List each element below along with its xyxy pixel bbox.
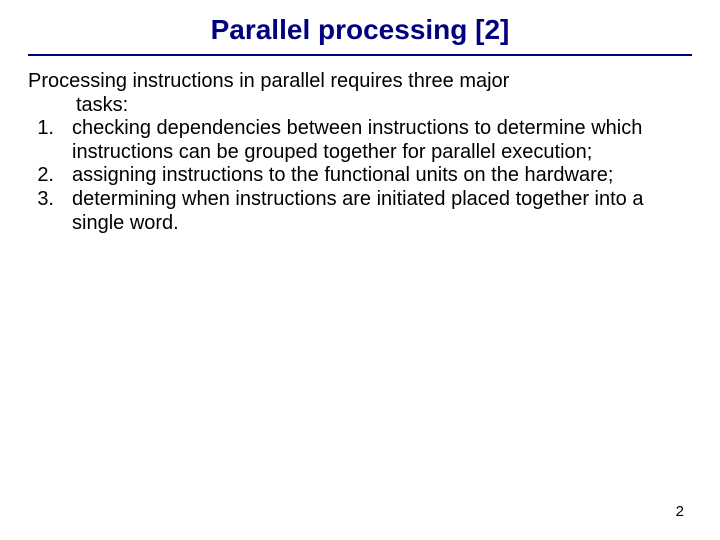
list-text: determining when instructions are initia… <box>58 188 692 235</box>
intro-text: Processing instructions in parallel requ… <box>28 70 692 117</box>
page-number: 2 <box>676 503 684 520</box>
list-item: 1. checking dependencies between instruc… <box>28 117 692 164</box>
list-number: 1. <box>28 117 58 141</box>
intro-line-2: tasks: <box>28 94 692 118</box>
list-item: 3. determining when instructions are ini… <box>28 188 692 235</box>
slide-title: Parallel processing [2] <box>28 14 692 46</box>
list-item: 2. assigning instructions to the functio… <box>28 164 692 188</box>
list-text: checking dependencies between instructio… <box>58 117 692 164</box>
list-text: assigning instructions to the functional… <box>58 164 692 188</box>
title-area: Parallel processing [2] <box>28 14 692 52</box>
task-list: 1. checking dependencies between instruc… <box>28 117 692 235</box>
list-number: 3. <box>28 188 58 212</box>
intro-line-1: Processing instructions in parallel requ… <box>28 70 692 94</box>
slide-body: Processing instructions in parallel requ… <box>28 56 692 235</box>
list-number: 2. <box>28 164 58 188</box>
slide: Parallel processing [2] Processing instr… <box>0 0 720 540</box>
